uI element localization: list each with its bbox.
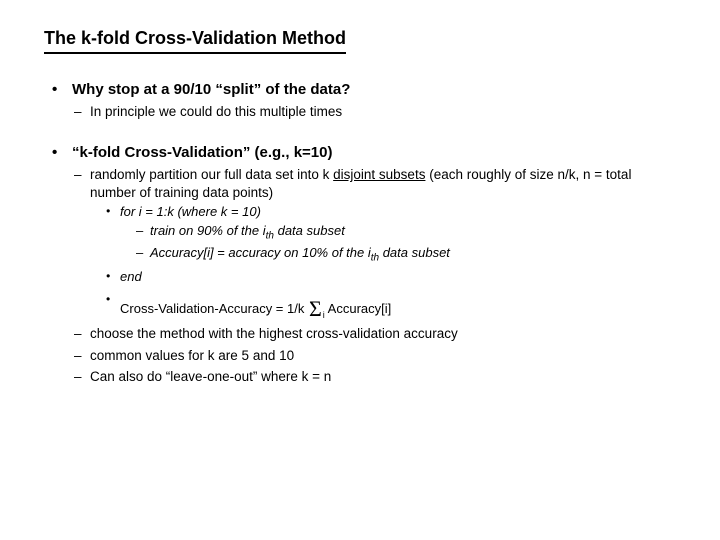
b2-dd2-b: th — [371, 253, 379, 264]
b2-d3: common values for k are 5 and 10 — [72, 347, 676, 365]
b2-dd2-a: Accuracy[i] = accuracy on 10% of the i — [150, 245, 371, 260]
b2-d4: Can also do “leave-one-out” where k = n — [72, 368, 676, 386]
bullet-1-sub: In principle we could do this multiple t… — [72, 103, 676, 121]
b2-d1-a: randomly partition our full data set int… — [90, 167, 333, 182]
b2-dd1: train on 90% of the ith data subset — [134, 223, 676, 243]
b2-dot3-c: Accuracy[i] — [325, 301, 391, 316]
bullet-list: Why stop at a 90/10 “split” of the data?… — [44, 80, 676, 386]
bullet-1-text: Why stop at a 90/10 “split” of the data? — [72, 81, 350, 98]
b2-d1-dots: for i = 1:k (where k = 10) train on 90% … — [104, 203, 676, 321]
b2-d1: randomly partition our full data set int… — [72, 166, 676, 321]
slide-title: The k-fold Cross-Validation Method — [44, 28, 346, 54]
bullet-2-sub: randomly partition our full data set int… — [72, 166, 676, 386]
b2-dd1-c: data subset — [274, 223, 345, 238]
bullet-2: “k-fold Cross-Validation” (e.g., k=10) r… — [44, 143, 676, 386]
b2-dd1-b: th — [266, 230, 274, 241]
title-wrap: The k-fold Cross-Validation Method — [44, 28, 676, 80]
b2-dd2: Accuracy[i] = accuracy on 10% of the ith… — [134, 245, 676, 265]
b2-dot1-text: for i = 1:k (where k = 10) — [120, 204, 261, 219]
bullet-1: Why stop at a 90/10 “split” of the data?… — [44, 80, 676, 121]
bullet-2-text: “k-fold Cross-Validation” (e.g., k=10) — [72, 144, 332, 161]
b2-dd1-a: train on 90% of the i — [150, 223, 266, 238]
b2-dot1: for i = 1:k (where k = 10) train on 90% … — [104, 203, 676, 265]
bullet-1-sub-1: In principle we could do this multiple t… — [72, 103, 676, 121]
b2-dot3-b: i — [323, 310, 325, 320]
b2-dot3: Cross-Validation-Accuracy = 1/k Σi Accur… — [104, 291, 676, 321]
sigma-icon: Σ — [309, 294, 322, 324]
b2-d1-b: disjoint subsets — [333, 167, 425, 182]
slide: The k-fold Cross-Validation Method Why s… — [0, 0, 720, 540]
b2-dd2-c: data subset — [379, 245, 450, 260]
b2-dot2: end — [104, 268, 676, 286]
b2-dot1-sub: train on 90% of the ith data subset Accu… — [134, 223, 676, 265]
b2-d2: choose the method with the highest cross… — [72, 325, 676, 343]
b2-dot3-a: Cross-Validation-Accuracy = 1/k — [120, 301, 308, 316]
